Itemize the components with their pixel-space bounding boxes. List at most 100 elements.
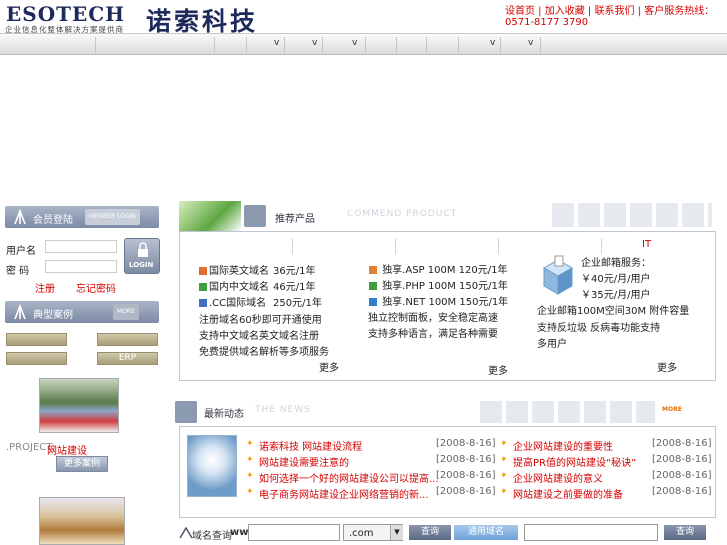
header-pattern — [552, 203, 712, 227]
news-link[interactable]: 电子商务网站建设企业网络营销的新... — [259, 486, 429, 501]
more-link[interactable]: 更多 — [657, 359, 677, 374]
add-favorite-link[interactable]: 加入收藏 — [545, 6, 585, 17]
cases-header: 典型案例 MORE — [5, 301, 159, 323]
news-link[interactable]: 如何选择一个好的网站建设公司以提高... — [259, 470, 439, 485]
bullet-icon: ✦ — [246, 471, 254, 481]
project-value[interactable]: 网站建设 — [47, 442, 87, 457]
tab-3[interactable] — [396, 238, 499, 254]
general-domain-button[interactable]: 通用域名 — [454, 525, 518, 540]
nav-dropdown-arrow[interactable]: v — [352, 38, 357, 48]
news-link[interactable]: 网站建设之前要做的准备 — [513, 486, 623, 501]
password-input[interactable] — [45, 260, 117, 273]
mail-box-icon — [542, 255, 574, 295]
cases-more-link[interactable]: MORE — [113, 304, 139, 320]
products-header: 推荐产品 COMMEND PRODUCT — [179, 201, 717, 231]
mail-desc: 企业邮箱100M空间30M 附件容量 — [537, 306, 690, 317]
case-button-3[interactable] — [6, 352, 67, 365]
cases-title: 典型案例 — [33, 310, 73, 321]
news-date: [2008-8-16] — [652, 438, 712, 449]
tab-4[interactable] — [499, 238, 602, 254]
nav-dropdown-arrow[interactable]: v — [528, 38, 533, 48]
news-title: 最新动态 — [204, 409, 244, 420]
domain-icon — [199, 299, 207, 307]
product-row[interactable]: 国内中文域名 — [199, 278, 269, 293]
news-link[interactable]: 企业网站建设的重要性 — [513, 438, 613, 453]
products-tabs: IT — [190, 235, 704, 254]
contact-link[interactable]: 联系我们 — [594, 6, 634, 17]
host-icon — [369, 298, 377, 306]
login-button[interactable]: LOGIN — [124, 238, 160, 274]
nav-dropdown-arrow[interactable]: v — [274, 38, 279, 48]
news-title-en: THE NEWS — [255, 405, 311, 415]
mail-desc: 多用户 — [537, 339, 567, 350]
case-button-erp[interactable]: ERP — [97, 352, 158, 365]
news-header: 最新动态 THE NEWS MORE — [175, 400, 710, 424]
nav-dropdown-arrow[interactable]: v — [312, 38, 317, 48]
news-link[interactable]: 诺索科技 网站建设流程 — [259, 438, 362, 453]
mail-title: 企业邮箱服务： — [581, 258, 651, 269]
case-button-2[interactable] — [97, 333, 158, 346]
case-button-1[interactable] — [6, 333, 67, 346]
hosting-row[interactable]: 独享.ASP 100M 120元/1年 — [369, 261, 508, 276]
general-domain-input[interactable] — [524, 524, 658, 541]
news-link[interactable]: 提高PR值的网站建设“秘诀” — [513, 454, 636, 469]
case-thumbnail[interactable] — [39, 378, 119, 433]
username-input[interactable] — [45, 240, 117, 253]
username-label: 用户名 — [6, 246, 36, 257]
product-price: 250元/1年 — [273, 298, 322, 309]
bullet-icon: ✦ — [500, 471, 508, 481]
forgot-password-link[interactable]: 忘记密码 — [76, 280, 116, 295]
tld-select[interactable]: .com ▼ — [343, 524, 403, 541]
hosting-row[interactable]: 独享.NET 100M 150元/1年 — [369, 293, 508, 308]
news-more-link[interactable]: MORE — [662, 406, 682, 413]
hosting-desc: 独立控制面板，安全稳定高速 — [368, 313, 498, 324]
password-label: 密 码 — [6, 266, 30, 277]
more-link[interactable]: 更多 — [488, 362, 508, 377]
nav-dropdown-arrow[interactable]: v — [490, 38, 495, 48]
news-link[interactable]: 企业网站建设的意义 — [513, 470, 603, 485]
tab-2[interactable] — [293, 238, 396, 254]
hotline-number: 0571-8177 3790 — [505, 17, 589, 28]
mail-price: ￥40元/月/用户 — [581, 274, 651, 285]
tab-it[interactable]: IT — [602, 238, 704, 254]
domain-search-button[interactable]: 查询 — [409, 525, 451, 540]
logo-text: ESOTECH — [6, 2, 126, 26]
more-cases-button[interactable]: 更多案例 — [56, 456, 108, 472]
member-login-header: 会员登陆 MEMBER LOGIN — [5, 206, 159, 228]
hosting-desc: 支持多种语言，满足各种需要 — [368, 329, 498, 340]
host-icon — [369, 266, 377, 274]
more-link[interactable]: 更多 — [319, 359, 339, 374]
domain-search-label: 域名查询 — [192, 531, 232, 542]
product-desc: 支持中文域名英文域名注册 — [199, 331, 319, 342]
products-title-en: COMMEND PRODUCT — [347, 209, 458, 219]
top-links: 设首页 | 加入收藏 | 联系我们 | 客户服务热线：0571-8177 379… — [505, 6, 715, 28]
left-sidebar: 会员登陆 MEMBER LOGIN 用户名 密 码 LOGIN 注册 忘记密码 … — [0, 200, 172, 545]
leaf-icon — [14, 209, 26, 225]
product-row[interactable]: .CC国际域名 — [199, 294, 266, 309]
mail-desc: 支持反垃圾 反病毒功能支持 — [537, 323, 661, 334]
main-nav: v v v v v — [0, 33, 727, 55]
bullet-icon: ✦ — [500, 487, 508, 497]
news-image — [187, 435, 237, 497]
bullet-icon: ✦ — [246, 455, 254, 465]
case-thumbnail-2[interactable] — [39, 497, 125, 545]
domain-search-bar: 域名查询 www. .com ▼ 查询 通用域名 查询 — [178, 522, 727, 545]
product-row[interactable]: 国际英文域名 — [199, 262, 269, 277]
news-panel: ✦ 诺索科技 网站建设流程 [2008-8-16] ✦ 网站建设需要注意的 [2… — [179, 426, 716, 518]
news-date: [2008-8-16] — [436, 470, 496, 481]
register-link[interactable]: 注册 — [35, 280, 55, 295]
news-date: [2008-8-16] — [436, 454, 496, 465]
news-link[interactable]: 网站建设需要注意的 — [259, 454, 349, 469]
host-icon — [369, 282, 377, 290]
chevron-down-icon: ▼ — [390, 525, 403, 540]
products-panel: IT 国际英文域名 36元/1年 国内中文域名 46元/1年 .CC国际域名 2… — [179, 231, 716, 381]
set-homepage-link[interactable]: 设首页 — [505, 6, 535, 17]
hosting-row[interactable]: 独享.PHP 100M 150元/1年 — [369, 277, 508, 292]
domain-input[interactable] — [248, 524, 340, 541]
news-icon — [175, 401, 197, 423]
general-search-button[interactable]: 查询 — [664, 525, 706, 540]
domain-icon — [199, 283, 207, 291]
product-price: 36元/1年 — [273, 266, 316, 277]
tab-1[interactable] — [190, 238, 293, 254]
bullet-icon: ✦ — [246, 487, 254, 497]
